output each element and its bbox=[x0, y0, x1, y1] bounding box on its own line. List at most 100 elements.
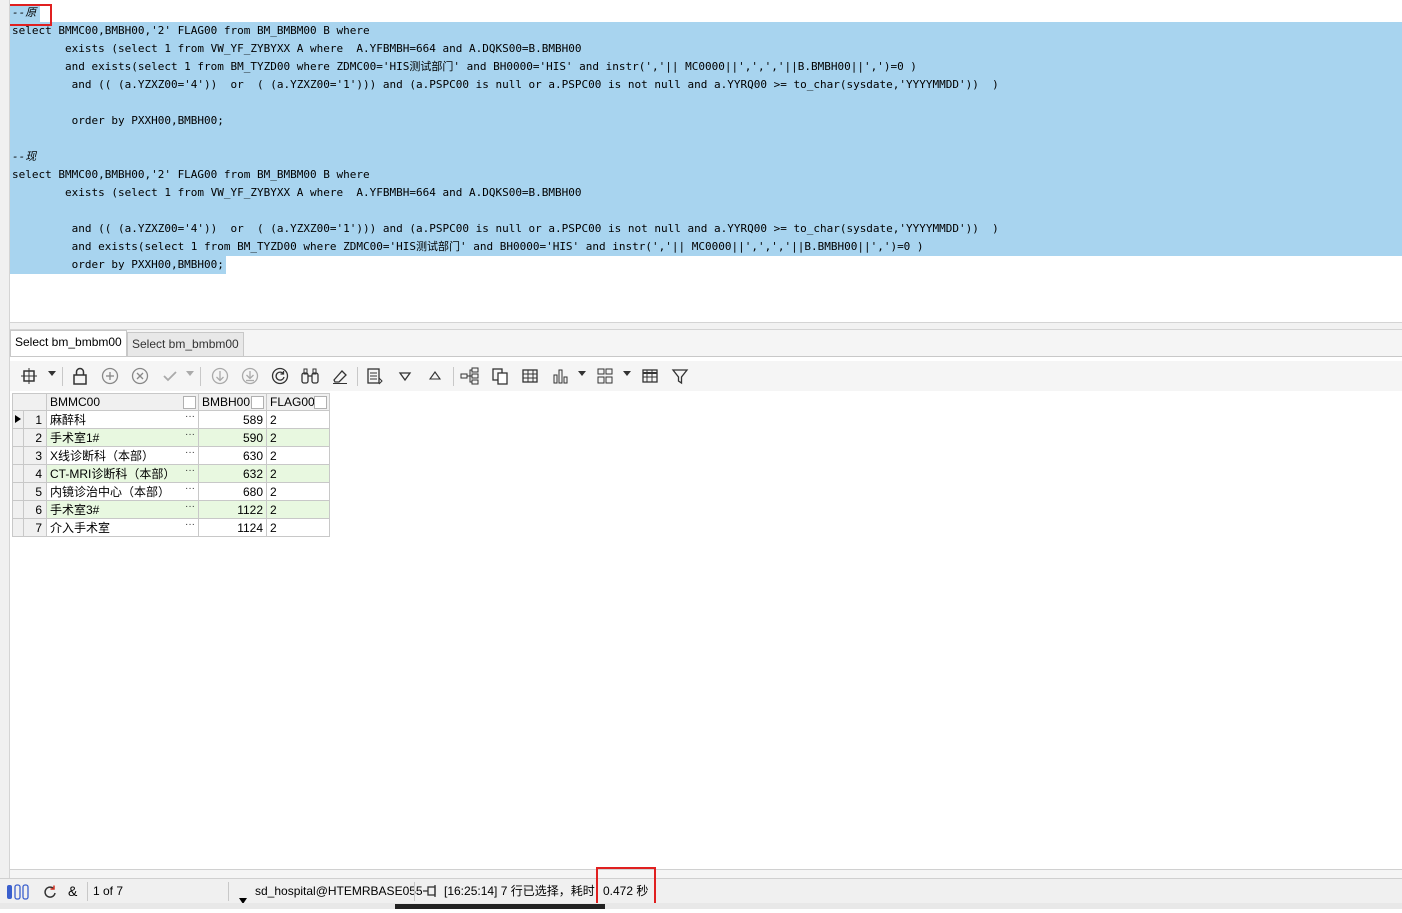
pin-icon[interactable] bbox=[421, 884, 439, 900]
comment-highlight-box bbox=[10, 4, 52, 26]
cell-editor-button[interactable]: ··· bbox=[185, 429, 195, 440]
result-tabs: Select bm_bmbm00 Select bm_bmbm00 bbox=[10, 330, 1402, 357]
cell-bmbh00[interactable]: 630 bbox=[198, 446, 267, 465]
status-message: [16:25:14] 7 行已选择，耗时 bbox=[444, 884, 595, 898]
delete-record-icon[interactable] bbox=[129, 366, 151, 386]
grid-icon[interactable] bbox=[639, 366, 661, 386]
grid-corner[interactable] bbox=[12, 393, 47, 411]
left-gutter bbox=[0, 0, 10, 909]
post-icon[interactable] bbox=[159, 366, 181, 386]
table-row[interactable]: 7 介入手术室 ··· 1124 2 bbox=[12, 518, 330, 537]
copy-icon[interactable] bbox=[489, 366, 511, 386]
cell-flag00[interactable]: 2 bbox=[266, 482, 330, 501]
tab-result-1[interactable]: Select bm_bmbm00 bbox=[10, 330, 127, 356]
ampersand-icon[interactable]: & bbox=[68, 879, 77, 904]
column-filter-button[interactable] bbox=[251, 396, 264, 409]
refresh-icon[interactable] bbox=[269, 366, 291, 386]
cell-flag00[interactable]: 2 bbox=[266, 518, 330, 537]
sql-editor[interactable]: --原 select BMMC00,BMBH00,'2' FLAG00 from… bbox=[10, 4, 1402, 322]
tree-icon[interactable] bbox=[459, 366, 481, 386]
row-number: 4 bbox=[23, 464, 47, 483]
cell-bmbh00[interactable]: 632 bbox=[198, 464, 267, 483]
column-header-flag00[interactable]: FLAG00 bbox=[266, 393, 330, 411]
cell-editor-button[interactable]: ··· bbox=[185, 519, 195, 530]
chevron-down-icon[interactable] bbox=[578, 371, 586, 376]
chevron-down-icon[interactable] bbox=[48, 371, 56, 376]
cell-bmbh00[interactable]: 1124 bbox=[198, 518, 267, 537]
table-row[interactable]: 1 麻醉科 ··· 589 2 bbox=[12, 410, 330, 429]
refresh-status-icon[interactable] bbox=[42, 884, 58, 900]
column-header-label: BMMC00 bbox=[50, 395, 101, 409]
table-row[interactable]: 3 X线诊断科（本部） ··· 630 2 bbox=[12, 446, 330, 465]
table-row[interactable]: 5 内镜诊治中心（本部） ··· 680 2 bbox=[12, 482, 330, 501]
connection-name[interactable]: sd_hospital@HTEMRBASE055 bbox=[255, 879, 423, 904]
cell-editor-button[interactable]: ··· bbox=[185, 483, 195, 494]
tab-result-2[interactable]: Select bm_bmbm00 bbox=[127, 332, 244, 356]
cell-bmmc00[interactable]: 内镜诊治中心（本部） ··· bbox=[46, 482, 199, 501]
cell-editor-button[interactable]: ··· bbox=[185, 465, 195, 476]
cell-flag00[interactable]: 2 bbox=[266, 446, 330, 465]
cell-bmmc00[interactable]: 介入手术室 ··· bbox=[46, 518, 199, 537]
cell-flag00[interactable]: 2 bbox=[266, 500, 330, 519]
connection-dropdown-icon[interactable] bbox=[239, 888, 247, 904]
find-icon[interactable] bbox=[299, 366, 321, 386]
status-bars-icon bbox=[6, 884, 36, 900]
layout-icon[interactable] bbox=[594, 366, 616, 386]
record-nav-icon[interactable] bbox=[18, 366, 40, 386]
cell-editor-button[interactable]: ··· bbox=[185, 411, 195, 422]
status-divider bbox=[87, 882, 88, 901]
cell-editor-button[interactable]: ··· bbox=[185, 501, 195, 512]
table-row[interactable]: 2 手术室1# ··· 590 2 bbox=[12, 428, 330, 447]
cell-bmmc00[interactable]: CT-MRI诊断科（本部） ··· bbox=[46, 464, 199, 483]
cell-text: CT-MRI诊断科（本部） bbox=[50, 467, 176, 481]
code-line-9: --现 bbox=[10, 148, 1402, 166]
fetch-all-icon[interactable] bbox=[239, 366, 261, 386]
sort-asc-icon[interactable] bbox=[424, 366, 446, 386]
window-bottom-edge bbox=[0, 903, 1402, 909]
lock-icon[interactable] bbox=[69, 366, 91, 386]
toolbar-divider bbox=[453, 367, 454, 386]
grid-horizontal-scrollbar[interactable] bbox=[10, 869, 1402, 878]
elapsed-highlight-box bbox=[596, 867, 656, 905]
add-record-icon[interactable] bbox=[99, 366, 121, 386]
cell-flag00[interactable]: 2 bbox=[266, 410, 330, 429]
column-header-bmbh00[interactable]: BMBH00 bbox=[198, 393, 267, 411]
table-row[interactable]: 4 CT-MRI诊断科（本部） ··· 632 2 bbox=[12, 464, 330, 483]
chevron-down-icon[interactable] bbox=[186, 371, 194, 376]
row-number: 1 bbox=[23, 410, 47, 429]
cell-bmmc00[interactable]: 手术室1# ··· bbox=[46, 428, 199, 447]
status-divider bbox=[228, 882, 229, 901]
cell-bmbh00[interactable]: 589 bbox=[198, 410, 267, 429]
table-icon[interactable] bbox=[519, 366, 541, 386]
fetch-next-icon[interactable] bbox=[209, 366, 231, 386]
code-line-3: exists (select 1 from VW_YF_ZYBYXX A whe… bbox=[10, 40, 1402, 58]
column-filter-button[interactable] bbox=[314, 396, 327, 409]
splitter[interactable] bbox=[10, 322, 1402, 330]
grid-toolbar bbox=[10, 361, 1402, 392]
export-icon[interactable] bbox=[364, 366, 386, 386]
cell-flag00[interactable]: 2 bbox=[266, 428, 330, 447]
table-row[interactable]: 6 手术室3# ··· 1122 2 bbox=[12, 500, 330, 519]
cell-editor-button[interactable]: ··· bbox=[185, 447, 195, 458]
chevron-down-icon[interactable] bbox=[623, 371, 631, 376]
column-header-bmmc00[interactable]: BMMC00 bbox=[46, 393, 199, 411]
row-indicator bbox=[12, 482, 24, 501]
row-indicator bbox=[12, 428, 24, 447]
cell-bmmc00[interactable]: 麻醉科 ··· bbox=[46, 410, 199, 429]
cell-bmmc00[interactable]: 手术室3# ··· bbox=[46, 500, 199, 519]
code-line-14: and exists(select 1 from BM_TYZD00 where… bbox=[10, 238, 1402, 256]
cell-flag00[interactable]: 2 bbox=[266, 464, 330, 483]
cell-bmbh00[interactable]: 590 bbox=[198, 428, 267, 447]
cell-bmbh00[interactable]: 1122 bbox=[198, 500, 267, 519]
clear-icon[interactable] bbox=[329, 366, 351, 386]
sort-desc-icon[interactable] bbox=[394, 366, 416, 386]
cell-text: 麻醉科 bbox=[50, 413, 87, 427]
cell-bmbh00[interactable]: 680 bbox=[198, 482, 267, 501]
row-indicator bbox=[12, 518, 24, 537]
column-filter-button[interactable] bbox=[183, 396, 196, 409]
grid-header-row: BMMC00 BMBH00 FLAG00 bbox=[12, 393, 330, 411]
filter-icon[interactable] bbox=[669, 366, 691, 386]
chart-icon[interactable] bbox=[549, 366, 571, 386]
cell-text: 介入手术室 bbox=[50, 521, 111, 535]
cell-bmmc00[interactable]: X线诊断科（本部） ··· bbox=[46, 446, 199, 465]
